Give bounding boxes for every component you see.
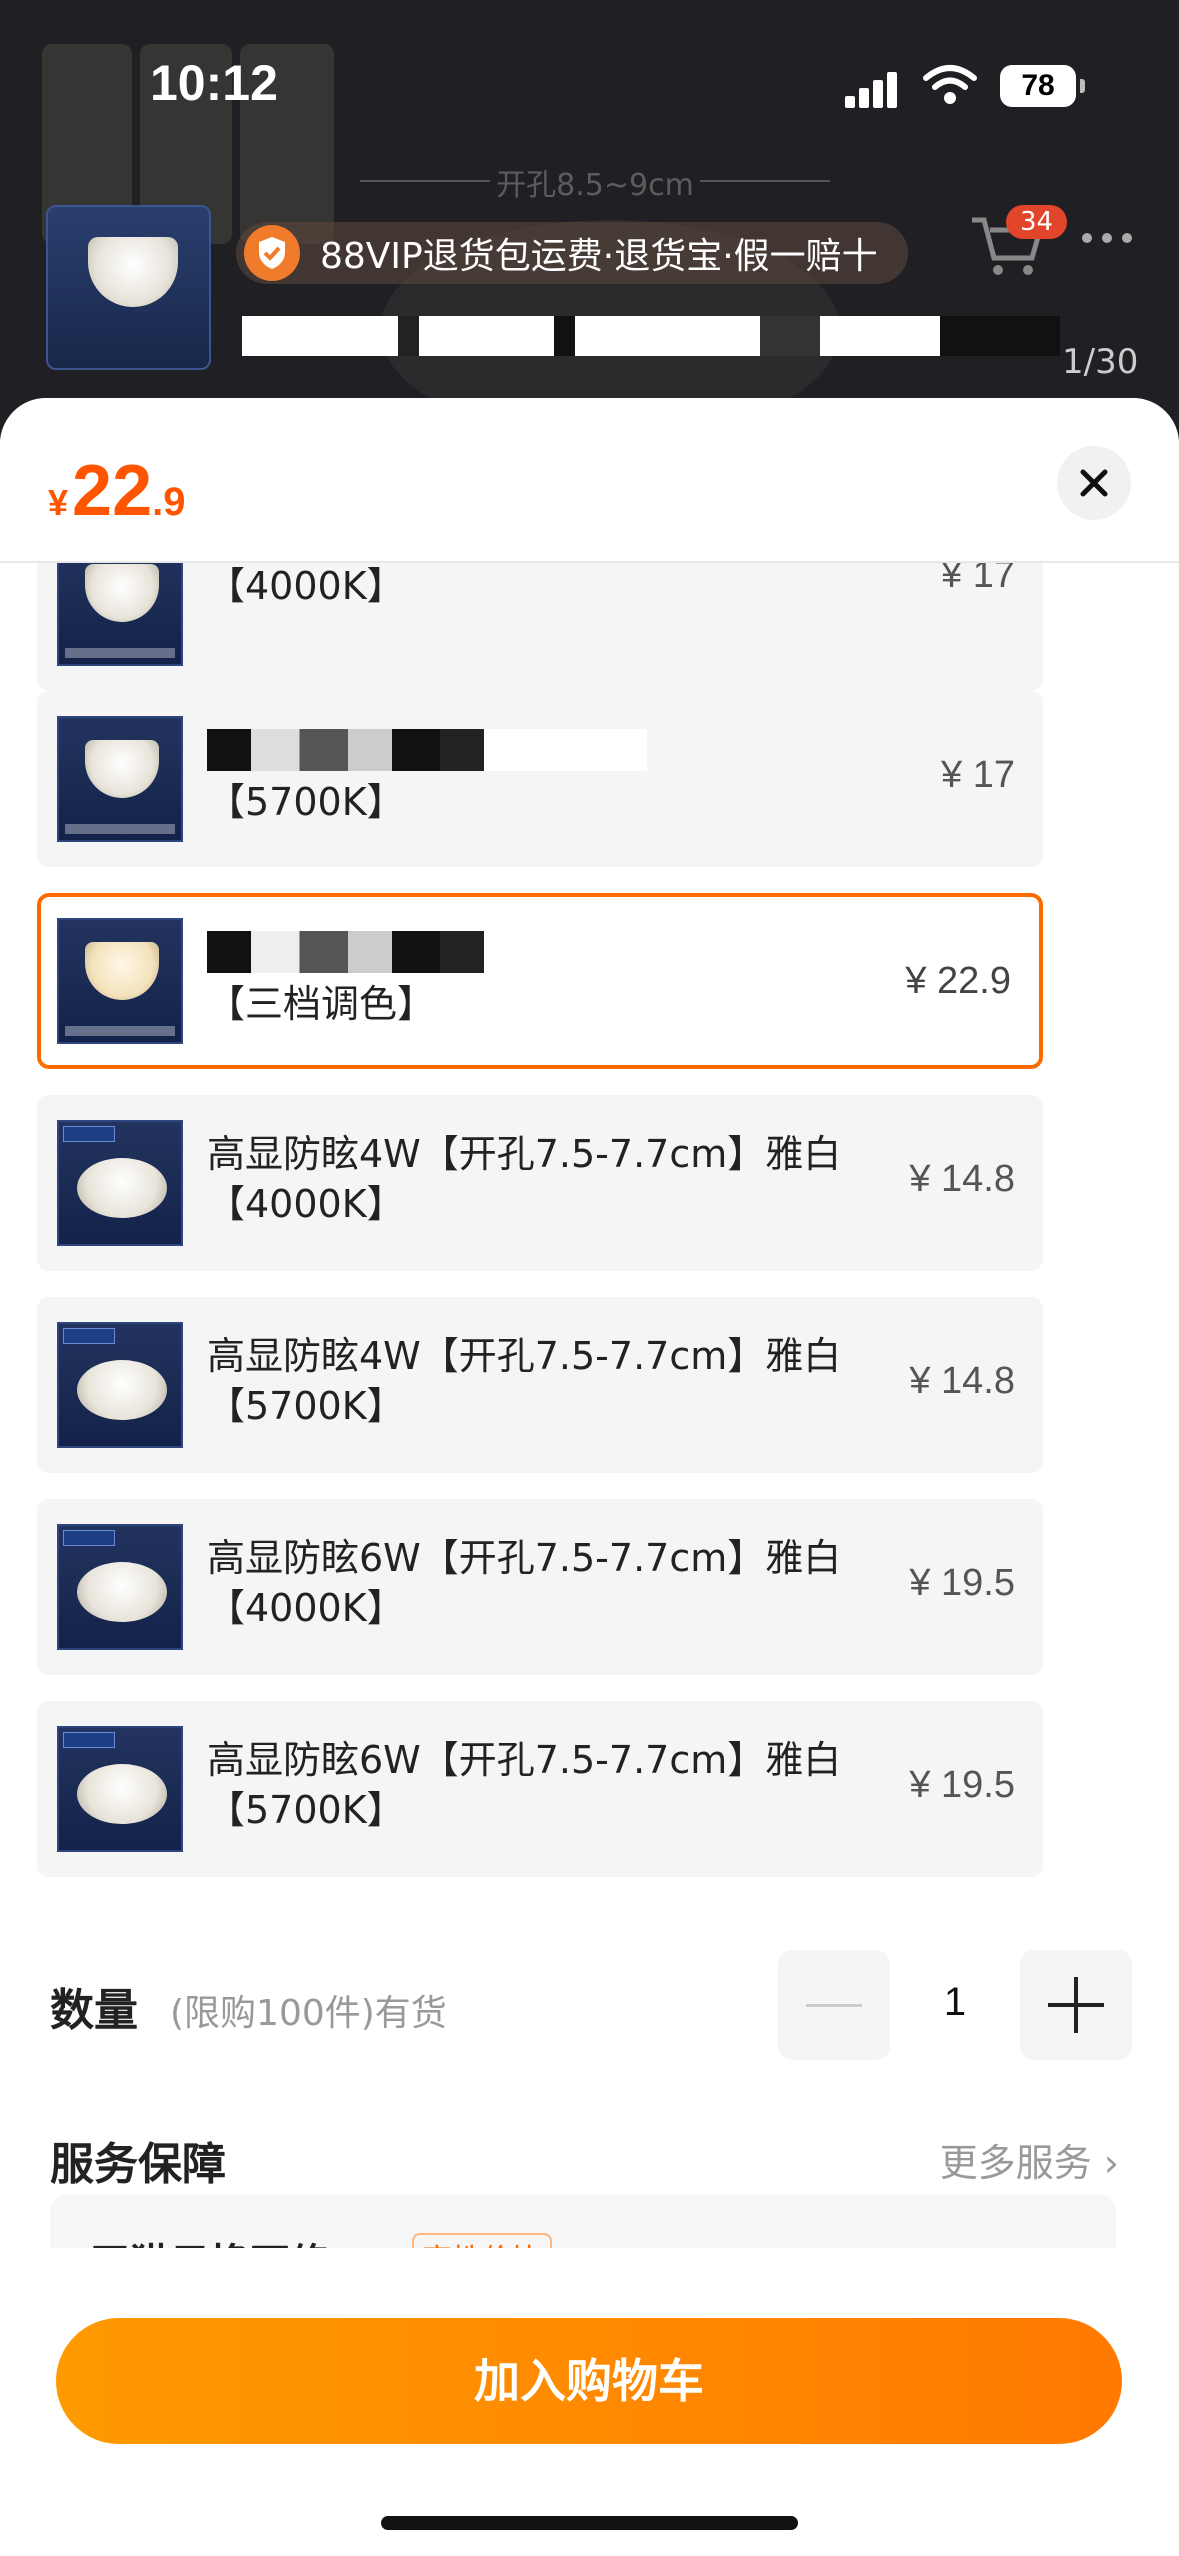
quantity-limit-note: (限购100件)有货 <box>170 1993 447 2034</box>
sku-name: 高显防眩6W【开孔7.5-7.7cm】雅白【5700K】 <box>207 1738 842 1832</box>
quantity-value[interactable]: 1 <box>920 1980 990 2025</box>
downlight-image <box>88 237 178 307</box>
redacted-sku-name <box>207 931 647 973</box>
sheet-header: ¥ 22 .9 <box>0 398 1179 563</box>
sku-name: 【4000K】 <box>207 564 405 608</box>
clock: 10:12 <box>150 55 278 111</box>
sku-image <box>57 1524 183 1650</box>
quantity-label: 数量 <box>50 1985 138 2036</box>
home-indicator <box>381 2516 798 2530</box>
price-integer: 22 <box>72 451 153 531</box>
sku-option[interactable]: 高显防眩4W【开孔7.5-7.7cm】雅白【4000K】 ¥ 14.8 <box>37 1095 1043 1271</box>
sku-price: ¥ 14.8 <box>909 1360 1015 1402</box>
sku-option[interactable]: 高显防眩6W【开孔7.5-7.7cm】雅白【4000K】 ¥ 19.5 <box>37 1499 1043 1675</box>
sku-option-selected[interactable]: 【三档调色】 ¥ 22.9 <box>37 893 1043 1069</box>
chevron-right-icon: › <box>1103 2141 1119 2185</box>
price-decimal: .9 <box>152 480 186 524</box>
vip-benefit-banner[interactable]: 88VIP退货包运费·退货宝·假一赔十 <box>236 222 908 284</box>
shield-check-icon <box>244 225 300 281</box>
sku-name: 【三档调色】 <box>207 982 436 1026</box>
selected-price: ¥ 22 .9 <box>48 450 185 532</box>
redacted-title <box>760 316 1060 356</box>
sku-option[interactable]: 【5700K】 ¥ 17 <box>37 691 1043 867</box>
cart-count-badge: 34 <box>1006 205 1068 239</box>
more-services-label: 更多服务 <box>939 2141 1092 2185</box>
sku-price: ¥ 17 <box>941 754 1015 796</box>
product-thumbnail[interactable] <box>46 205 211 370</box>
gallery-page-indicator: 1/30 <box>1062 342 1139 382</box>
sku-image <box>57 918 183 1044</box>
close-icon <box>1080 469 1108 497</box>
sku-price: ¥ 14.8 <box>909 1158 1015 1200</box>
wifi-icon <box>923 65 977 104</box>
quantity-row: 数量 (限购100件)有货 1 <box>0 1950 1179 2060</box>
add-to-cart-button[interactable]: 加入购物车 <box>56 2318 1122 2444</box>
sku-price: ¥ 19.5 <box>909 1764 1015 1806</box>
sheet-footer: 加入购物车 <box>0 2248 1179 2556</box>
more-services-link[interactable]: 更多服务 › <box>940 2132 1119 2187</box>
quantity-decrement-button[interactable] <box>778 1950 890 2060</box>
close-button[interactable] <box>1057 446 1131 520</box>
quantity-increment-button[interactable] <box>1020 1950 1132 2060</box>
sku-image <box>57 1120 183 1246</box>
redacted-title <box>242 316 762 356</box>
redacted-sku-name <box>207 729 647 771</box>
sku-name: 高显防眩4W【开孔7.5-7.7cm】雅白【5700K】 <box>207 1334 842 1428</box>
sku-selector-sheet: ¥ 22 .9 【4000K】 ¥ 17 【5700K】 ¥ 17 【三档调色】… <box>0 398 1179 2556</box>
sku-price: ¥ 22.9 <box>905 960 1011 1002</box>
sku-image <box>57 1726 183 1852</box>
sku-name: 【5700K】 <box>207 780 405 824</box>
sku-price: ¥ 19.5 <box>909 1562 1015 1604</box>
sku-option[interactable]: 高显防眩4W【开孔7.5-7.7cm】雅白【5700K】 ¥ 14.8 <box>37 1297 1043 1473</box>
vip-banner-text: 88VIP退货包运费·退货宝·假一赔十 <box>320 236 878 277</box>
price-currency: ¥ <box>48 482 69 523</box>
sku-image <box>57 716 183 842</box>
sku-image <box>57 1322 183 1448</box>
sku-name: 高显防眩6W【开孔7.5-7.7cm】雅白【4000K】 <box>207 1536 842 1630</box>
status-bar: 10:12 78 <box>0 0 1179 160</box>
dimension-label: 开孔8.5~9cm <box>360 160 830 204</box>
more-icon[interactable] <box>1082 233 1132 243</box>
battery-indicator: 78 <box>1000 65 1085 107</box>
sku-name: 高显防眩4W【开孔7.5-7.7cm】雅白【4000K】 <box>207 1132 842 1226</box>
cellular-signal-icon <box>845 68 905 108</box>
sku-option[interactable]: 高显防眩6W【开孔7.5-7.7cm】雅白【5700K】 ¥ 19.5 <box>37 1701 1043 1877</box>
service-title: 服务保障 <box>50 2139 226 2190</box>
